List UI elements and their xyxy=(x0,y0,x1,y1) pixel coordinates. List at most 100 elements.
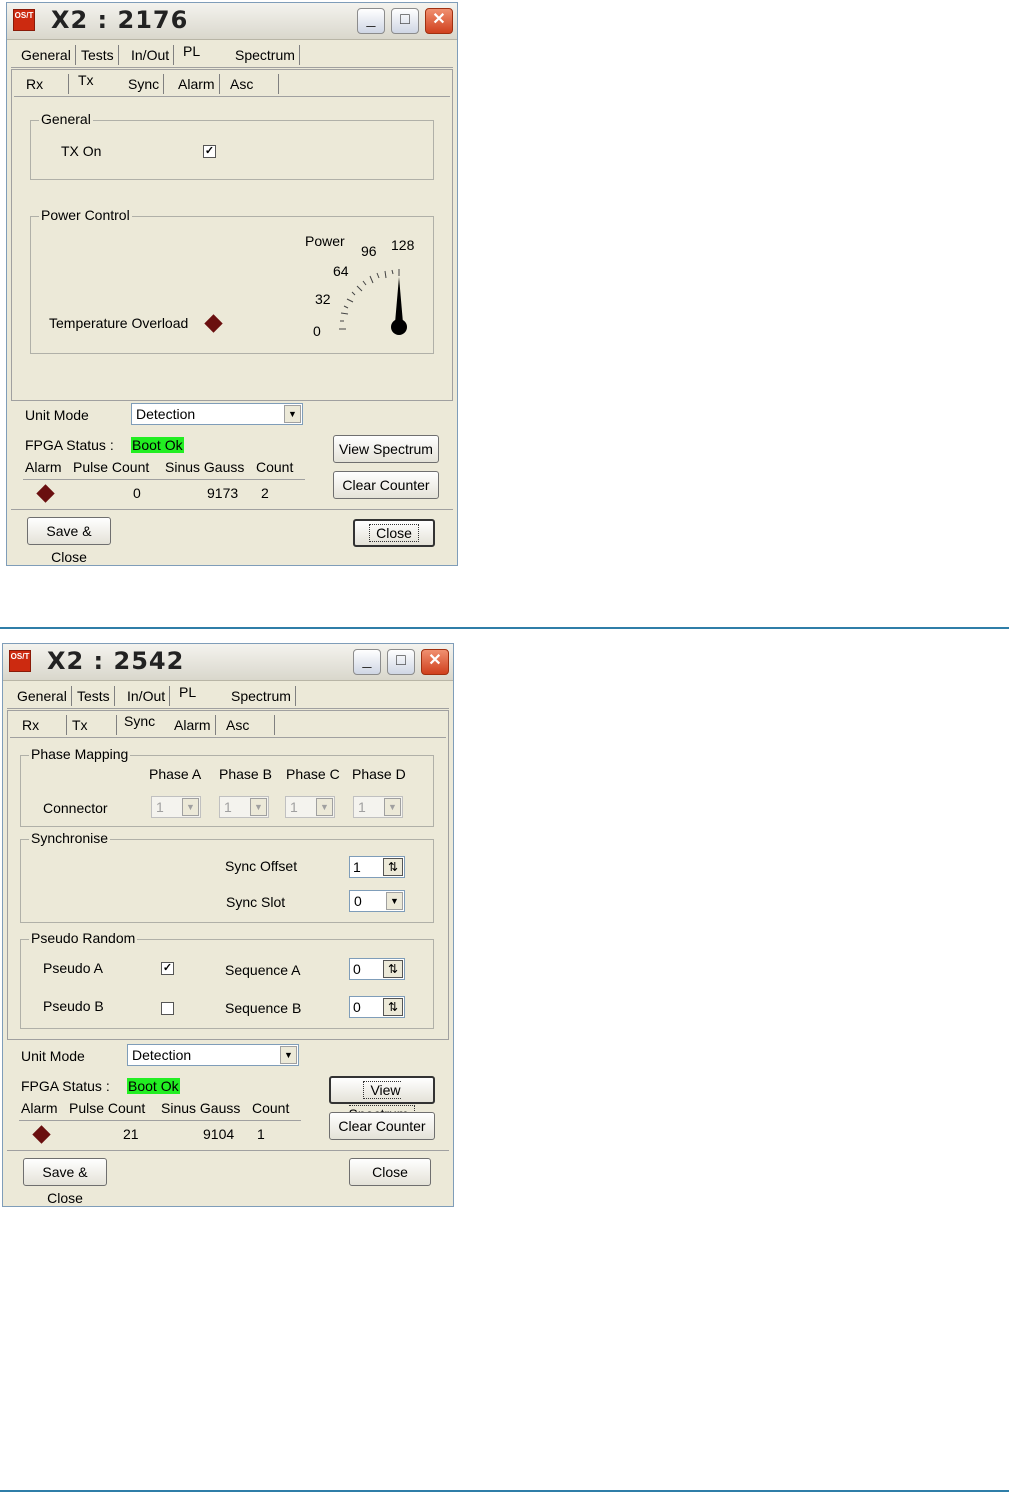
close-button[interactable]: Close xyxy=(353,519,435,547)
unit-mode-value: Detection xyxy=(132,1047,192,1063)
spinner-arrows-icon[interactable]: ⇅ xyxy=(383,998,403,1016)
connector-b-select[interactable]: 1 ▼ xyxy=(219,796,269,818)
phase-a-label: Phase A xyxy=(149,766,202,782)
count-value: 1 xyxy=(257,1126,265,1142)
close-window-button[interactable]: ✕ xyxy=(421,649,449,675)
tab-pl[interactable]: PL xyxy=(179,41,204,61)
chevron-down-icon[interactable]: ▼ xyxy=(182,798,199,816)
chevron-down-icon[interactable]: ▼ xyxy=(384,798,401,816)
phase-b-label: Phase B xyxy=(219,766,272,782)
col-count: Count xyxy=(256,459,294,475)
alarm-indicator xyxy=(36,484,55,503)
sequence-a-spinner[interactable]: 0 ⇅ xyxy=(349,958,405,980)
tab-asc[interactable]: Asc xyxy=(226,74,279,94)
view-spectrum-button[interactable]: View Spectrum xyxy=(333,435,439,463)
section-divider xyxy=(0,627,1009,629)
pseudo-b-label: Pseudo B xyxy=(43,998,104,1014)
connector-c-value: 1 xyxy=(290,799,298,815)
title-bar[interactable]: OS/T X2 : 2176 _ □ ✕ xyxy=(7,3,457,40)
sub-tabs: Rx Tx Sync Alarm Asc xyxy=(14,72,450,97)
col-sinus-gauss: Sinus Gauss xyxy=(165,459,245,475)
maximize-button[interactable]: □ xyxy=(391,8,419,34)
spinner-arrows-icon[interactable]: ⇅ xyxy=(383,858,403,876)
tab-alarm[interactable]: Alarm xyxy=(170,715,216,735)
tab-tx[interactable]: Tx xyxy=(68,715,117,735)
save-close-button[interactable]: Save & Close xyxy=(23,1158,107,1206)
col-alarm: Alarm xyxy=(21,1100,58,1116)
connector-d-value: 1 xyxy=(358,799,366,815)
connector-d-select[interactable]: 1 ▼ xyxy=(353,796,403,818)
unit-mode-select[interactable]: Detection ▼ xyxy=(131,403,303,425)
gauge-tick-0: 0 xyxy=(313,323,321,339)
sync-offset-spinner[interactable]: 1 ⇅ xyxy=(349,856,405,878)
tab-inout[interactable]: In/Out xyxy=(127,45,175,65)
general-group: General TX On ✓ xyxy=(30,111,434,180)
gauge-tick-32: 32 xyxy=(315,291,331,307)
connector-c-select[interactable]: 1 ▼ xyxy=(285,796,335,818)
section-divider xyxy=(0,1490,1009,1492)
tab-asc[interactable]: Asc xyxy=(222,715,275,735)
chevron-down-icon[interactable]: ▼ xyxy=(284,405,301,423)
unit-mode-select[interactable]: Detection ▼ xyxy=(127,1044,299,1066)
tab-tests[interactable]: Tests xyxy=(77,45,119,65)
tab-tx[interactable]: Tx xyxy=(74,70,126,90)
close-button[interactable]: Close xyxy=(349,1158,431,1186)
chevron-down-icon[interactable]: ▼ xyxy=(280,1046,297,1064)
clear-counter-button[interactable]: Clear Counter xyxy=(333,471,439,499)
minimize-button[interactable]: _ xyxy=(357,8,385,34)
tab-tests[interactable]: Tests xyxy=(73,686,115,706)
unit-mode-label: Unit Mode xyxy=(25,407,89,423)
sequence-b-spinner[interactable]: 0 ⇅ xyxy=(349,996,405,1018)
tab-rx[interactable]: Rx xyxy=(22,74,69,94)
tx-on-checkbox[interactable]: ✓ xyxy=(203,145,216,158)
close-window-button[interactable]: ✕ xyxy=(425,8,453,34)
pseudo-b-checkbox[interactable] xyxy=(161,1002,174,1015)
tab-spectrum[interactable]: Spectrum xyxy=(227,686,296,706)
col-alarm: Alarm xyxy=(25,459,62,475)
main-tabs: General Tests In/Out PL Spectrum xyxy=(11,43,453,68)
window-title: X2 : 2542 xyxy=(47,647,185,675)
tab-inout[interactable]: In/Out xyxy=(123,686,171,706)
tab-sync[interactable]: Sync xyxy=(124,74,165,94)
app-icon: OS/T xyxy=(9,650,31,672)
fpga-status-label: FPGA Status : xyxy=(21,1078,110,1094)
spinner-arrows-icon[interactable]: ⇅ xyxy=(383,960,403,978)
tab-spectrum[interactable]: Spectrum xyxy=(231,45,300,65)
sinus-gauss-value: 9104 xyxy=(203,1126,235,1142)
unit-mode-label: Unit Mode xyxy=(21,1048,85,1064)
sequence-b-label: Sequence B xyxy=(225,1000,302,1016)
temperature-overload-label: Temperature Overload xyxy=(49,315,189,331)
sequence-a-value: 0 xyxy=(353,961,361,977)
maximize-button[interactable]: □ xyxy=(387,649,415,675)
chevron-down-icon[interactable]: ▼ xyxy=(250,798,267,816)
tab-general[interactable]: General xyxy=(17,45,76,65)
tab-rx[interactable]: Rx xyxy=(18,715,67,735)
pulse-count-value: 0 xyxy=(133,485,141,501)
sync-slot-select[interactable]: 0 ▼ xyxy=(349,890,405,912)
chevron-down-icon[interactable]: ▼ xyxy=(386,892,403,910)
save-close-button[interactable]: Save & Close xyxy=(27,517,111,565)
tab-general[interactable]: General xyxy=(13,686,72,706)
chevron-down-icon[interactable]: ▼ xyxy=(316,798,333,816)
title-bar[interactable]: OS/T X2 : 2542 _ □ ✕ xyxy=(3,644,453,681)
tab-sync[interactable]: Sync xyxy=(120,711,174,731)
group-label: Pseudo Random xyxy=(29,930,138,946)
phase-c-label: Phase C xyxy=(286,766,340,782)
close-button-label: Close xyxy=(369,524,419,542)
fpga-status-label: FPGA Status : xyxy=(25,437,114,453)
connector-a-select[interactable]: 1 ▼ xyxy=(151,796,201,818)
gauge-tick-96: 96 xyxy=(361,243,377,259)
fpga-status-badge: Boot Ok xyxy=(131,437,184,453)
tab-alarm[interactable]: Alarm xyxy=(174,74,220,94)
connector-a-value: 1 xyxy=(156,799,164,815)
pseudo-a-checkbox[interactable]: ✓ xyxy=(161,962,174,975)
power-gauge xyxy=(339,269,407,335)
gauge-tick-128: 128 xyxy=(391,237,415,253)
group-label: General xyxy=(39,111,93,127)
clear-counter-button[interactable]: Clear Counter xyxy=(329,1112,435,1140)
view-spectrum-button[interactable]: View Spectrum xyxy=(329,1076,435,1123)
tab-pl[interactable]: PL xyxy=(175,682,200,702)
col-count: Count xyxy=(252,1100,290,1116)
minimize-button[interactable]: _ xyxy=(353,649,381,675)
sync-slot-value: 0 xyxy=(354,893,362,909)
